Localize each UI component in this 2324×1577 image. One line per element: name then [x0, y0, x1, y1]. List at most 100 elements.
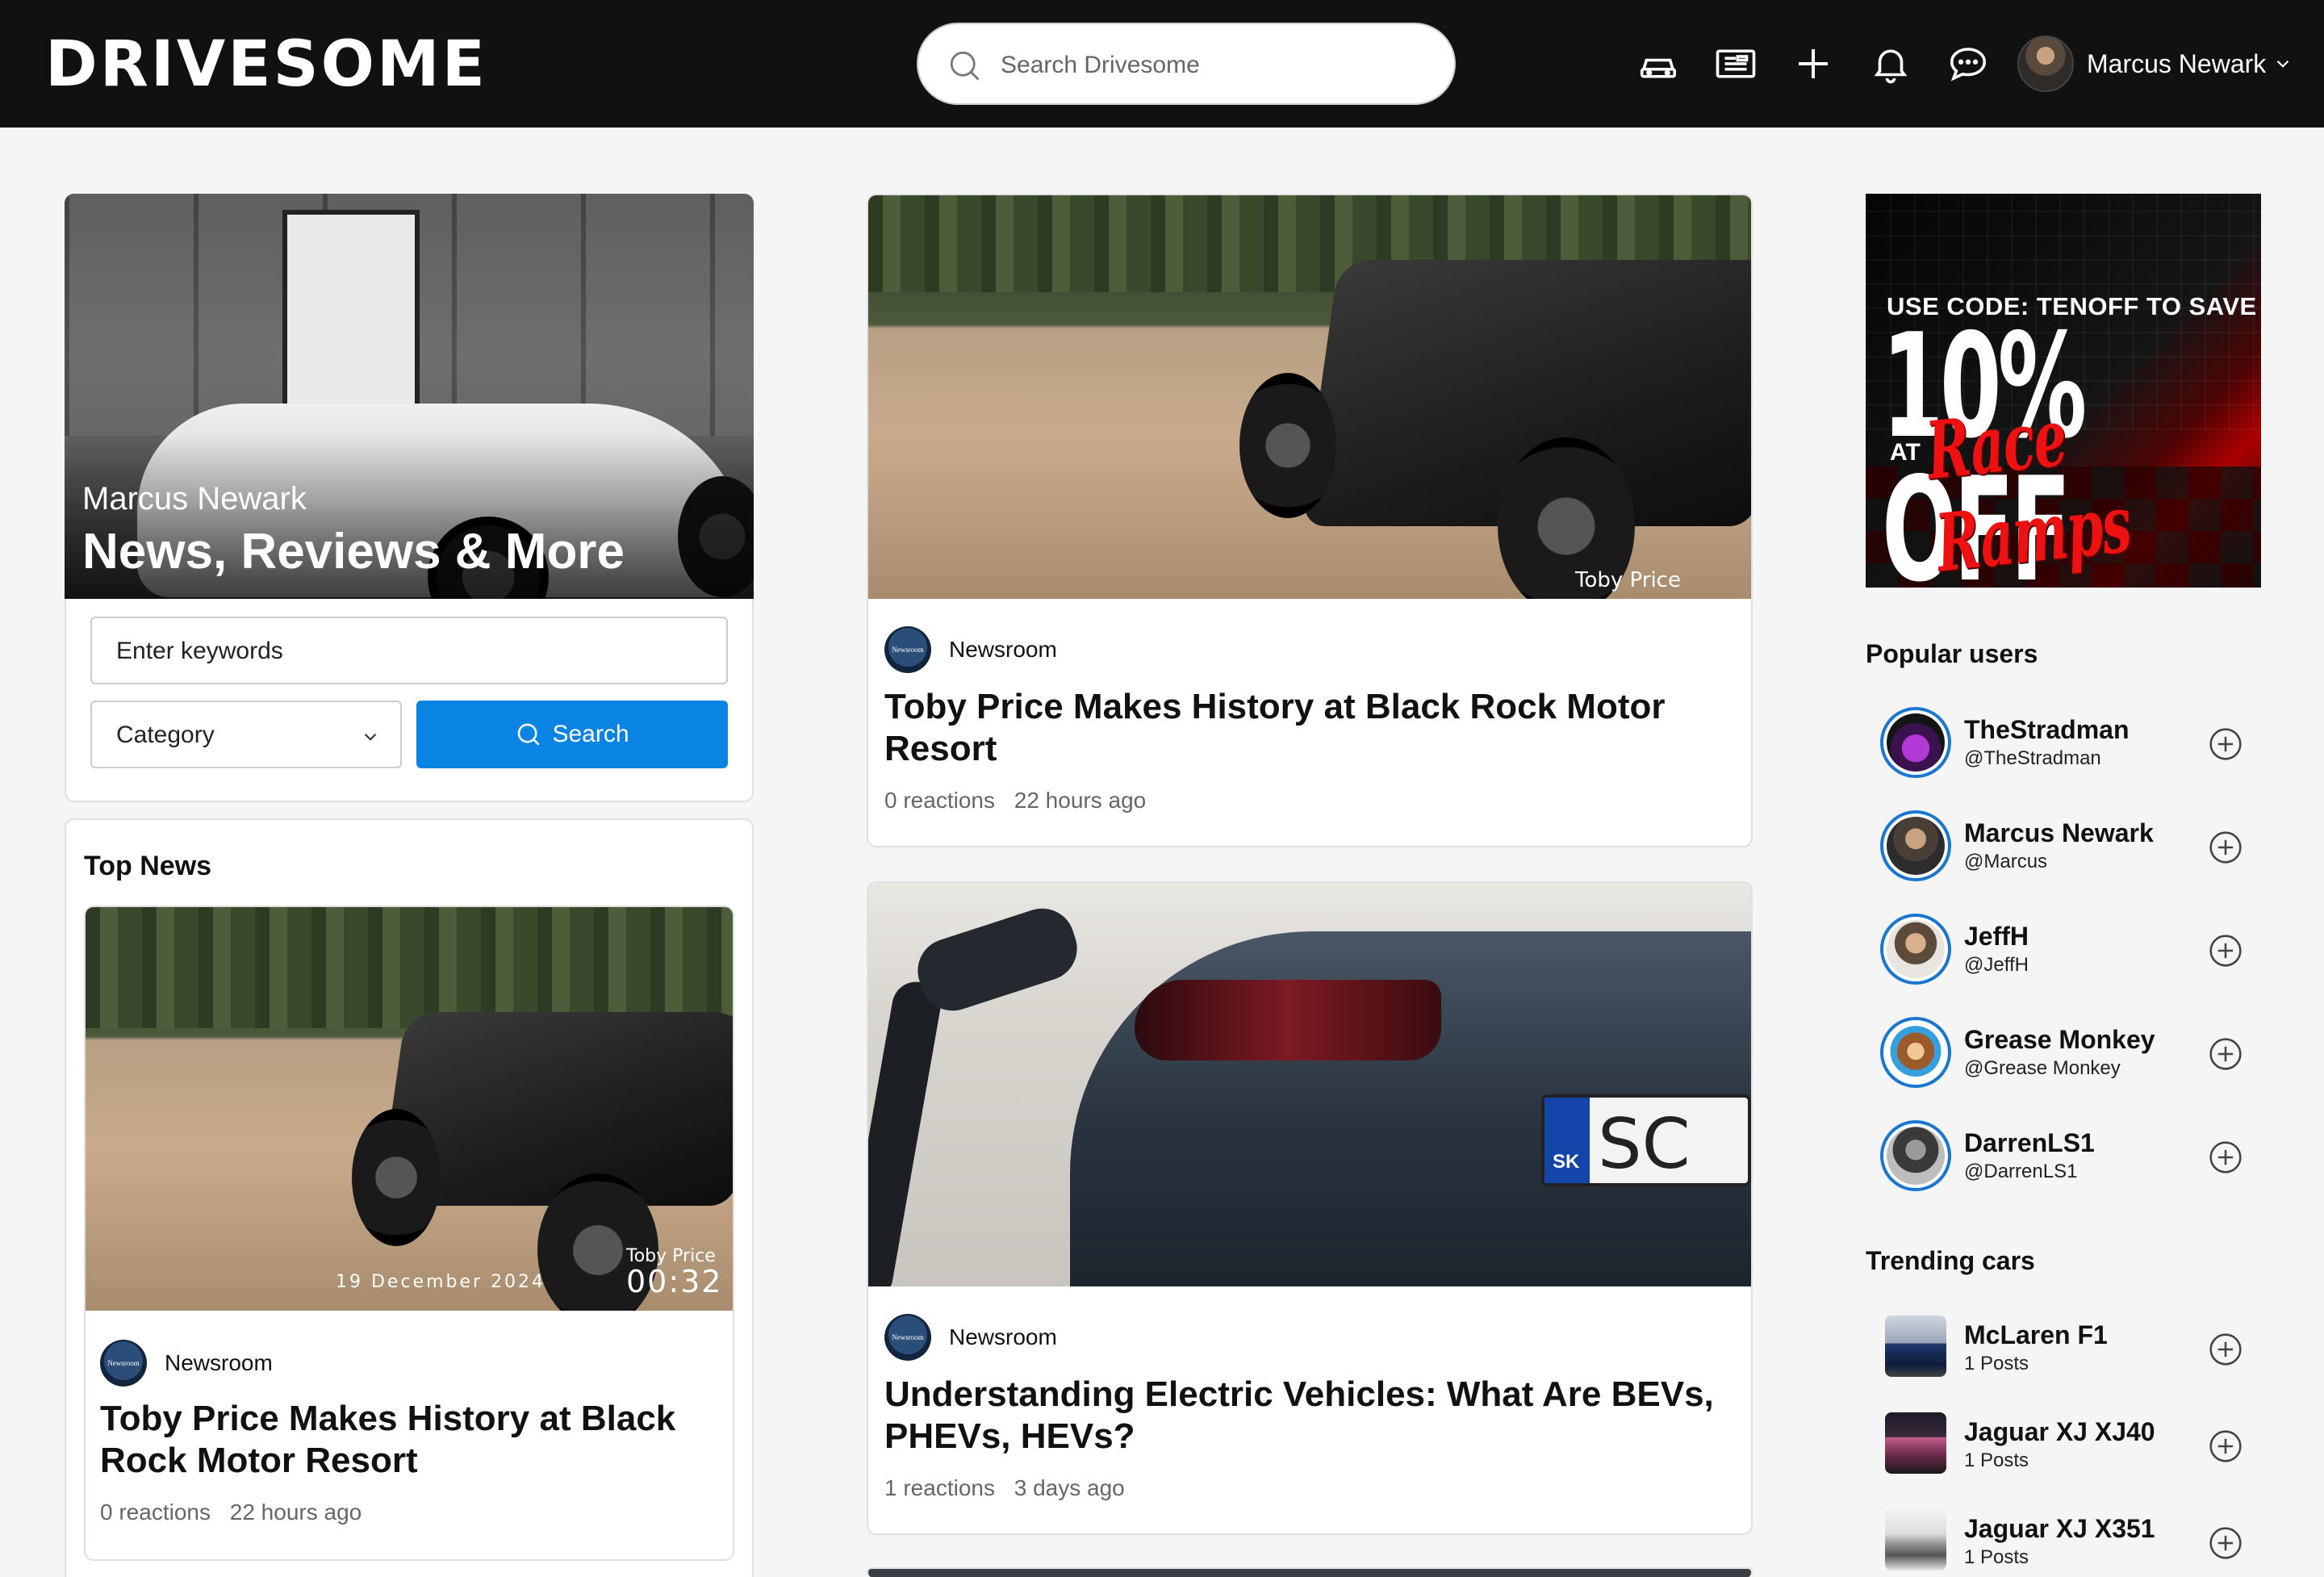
follow-plus-icon[interactable] [2208, 1036, 2243, 1072]
user-handle: @JeffH [1964, 954, 2029, 976]
car-post-count: 1 Posts [1964, 1546, 2029, 1568]
user-avatar[interactable] [1880, 1017, 1951, 1088]
popular-user-item[interactable]: Grease Monkey @Grease Monkey [1880, 1012, 2251, 1093]
category-select[interactable]: Category [90, 701, 402, 768]
user-name[interactable]: DarrenLS1 [1964, 1128, 2095, 1158]
user-name[interactable]: JeffH [1964, 922, 2029, 952]
top-news-stats: 0 reactions 22 hours ago [100, 1500, 362, 1525]
source-name: Newsroom [949, 637, 1057, 662]
user-handle: @TheStradman [1964, 747, 2101, 769]
feed-post-source[interactable]: Newsroom Newsroom [884, 1314, 1057, 1361]
search-icon [950, 51, 980, 81]
newsroom-logo: Newsroom [100, 1340, 147, 1387]
feed-post-image[interactable]: Toby Price [868, 195, 1751, 599]
video-date: 19 December 2024 [336, 1272, 546, 1292]
ad-brand-logo: Race Ramps [1921, 391, 2135, 588]
feed-post-stats: 0 reactions 22 hours ago [884, 788, 1146, 814]
follow-plus-icon[interactable] [2208, 830, 2243, 865]
user-menu[interactable]: Marcus Newark [2017, 36, 2293, 92]
user-avatar[interactable] [1880, 1120, 1951, 1191]
top-news-source[interactable]: Newsroom Newsroom [100, 1340, 273, 1387]
trending-car-item[interactable]: McLaren F1 1 Posts [1880, 1307, 2251, 1385]
newsroom-logo: Newsroom [884, 626, 931, 673]
reaction-count: 1 reactions [884, 1475, 995, 1500]
car-name[interactable]: Jaguar XJ XJ40 [1964, 1417, 2155, 1447]
charging-plug [909, 900, 1086, 1019]
news-feed-icon[interactable] [1714, 42, 1758, 86]
feed-post[interactable] [867, 1567, 1753, 1577]
trending-car-item[interactable]: Jaguar XJ X351 1 Posts [1880, 1501, 2251, 1577]
top-news-title[interactable]: Toby Price Makes History at Black Rock M… [100, 1398, 713, 1482]
car-thumbnail[interactable] [1885, 1412, 1946, 1474]
search-button-label: Search [552, 721, 629, 747]
hero-title: News, Reviews & More [82, 524, 625, 579]
follow-plus-icon[interactable] [2208, 933, 2243, 968]
user-avatar[interactable] [1880, 707, 1951, 778]
chevron-down-icon [364, 733, 377, 741]
create-post-plus-icon[interactable] [1791, 42, 1835, 86]
car-thumbnail[interactable] [1885, 1316, 1946, 1377]
follow-plus-icon[interactable] [2208, 1429, 2243, 1464]
source-name: Newsroom [949, 1324, 1057, 1349]
top-news-image[interactable]: 19 December 2024 Toby Price 00:32 [86, 907, 733, 1311]
user-handle: @Marcus [1964, 851, 2048, 872]
follow-plus-icon[interactable] [2208, 1140, 2243, 1175]
car-post-count: 1 Posts [1964, 1449, 2029, 1471]
tail-light [1135, 980, 1441, 1060]
feed-post-image[interactable]: SK SC [868, 883, 1751, 1286]
post-time: 3 days ago [1014, 1475, 1125, 1500]
top-news-heading: Top News [84, 851, 212, 881]
search-button[interactable]: Search [416, 701, 728, 768]
hero-owner-name: Marcus Newark [82, 481, 307, 517]
user-avatar[interactable] [1880, 810, 1951, 881]
post-time: 22 hours ago [1014, 788, 1147, 813]
popular-user-item[interactable]: TheStradman @TheStradman [1880, 702, 2251, 783]
hero-banner: Marcus Newark News, Reviews & More [65, 194, 754, 599]
car-post-count: 1 Posts [1964, 1353, 2029, 1374]
video-duration: 00:32 [626, 1264, 723, 1299]
user-avatar[interactable] [2017, 36, 2074, 92]
search-placeholder: Search Drivesome [1001, 52, 1200, 78]
feed-post-stats: 1 reactions 3 days ago [884, 1475, 1125, 1501]
search-icon [518, 723, 541, 746]
keywords-placeholder: Enter keywords [116, 638, 283, 664]
user-handle: @Grease Monkey [1964, 1057, 2121, 1079]
follow-plus-icon[interactable] [2208, 726, 2243, 762]
follow-plus-icon[interactable] [2208, 1332, 2243, 1367]
popular-user-item[interactable]: DarrenLS1 @DarrenLS1 [1880, 1115, 2251, 1196]
messages-chat-icon[interactable] [1946, 42, 1990, 86]
user-handle: @DarrenLS1 [1964, 1161, 2078, 1182]
race-ramps-ad-banner[interactable]: USE CODE: TENOFF TO SAVE 10% OFF AT Race… [1866, 194, 2261, 588]
popular-user-item[interactable]: Marcus Newark @Marcus [1880, 805, 2251, 886]
post-time: 22 hours ago [229, 1500, 362, 1525]
trending-car-item[interactable]: Jaguar XJ XJ40 1 Posts [1880, 1404, 2251, 1482]
source-name: Newsroom [165, 1350, 273, 1375]
keywords-input[interactable]: Enter keywords [90, 617, 728, 684]
image-caption: Toby Price [1575, 568, 1681, 592]
user-avatar[interactable] [1880, 914, 1951, 985]
feed-post-title[interactable]: Toby Price Makes History at Black Rock M… [884, 686, 1732, 770]
notifications-bell-icon[interactable] [1869, 42, 1912, 86]
popular-user-item[interactable]: JeffH @JeffH [1880, 909, 2251, 989]
chevron-down-icon [2276, 60, 2289, 68]
site-search-box[interactable]: Search Drivesome [917, 23, 1456, 105]
user-name[interactable]: TheStradman [1964, 715, 2129, 745]
category-select-label: Category [116, 722, 215, 748]
user-name[interactable]: Marcus Newark [1964, 818, 2154, 848]
trending-cars-heading: Trending cars [1866, 1246, 2035, 1275]
user-name[interactable]: Grease Monkey [1964, 1025, 2155, 1055]
garage-car-icon[interactable] [1636, 42, 1680, 86]
reaction-count: 0 reactions [884, 788, 995, 813]
car-thumbnail[interactable] [1885, 1509, 1946, 1571]
feed-post-source[interactable]: Newsroom Newsroom [884, 626, 1057, 673]
license-plate: SK SC [1541, 1094, 1751, 1186]
car-name[interactable]: McLaren F1 [1964, 1320, 2108, 1350]
newsroom-logo: Newsroom [884, 1314, 931, 1361]
feed-post-title[interactable]: Understanding Electric Vehicles: What Ar… [884, 1374, 1740, 1458]
top-navigation-bar: DRIVESOME Search Drivesome Marcus Newark [0, 0, 2324, 128]
follow-plus-icon[interactable] [2208, 1525, 2243, 1561]
car-name[interactable]: Jaguar XJ X351 [1964, 1514, 2155, 1544]
drivesome-logo[interactable]: DRIVESOME [45, 31, 487, 98]
ad-at: AT [1890, 439, 1921, 466]
reaction-count: 0 reactions [100, 1500, 211, 1525]
